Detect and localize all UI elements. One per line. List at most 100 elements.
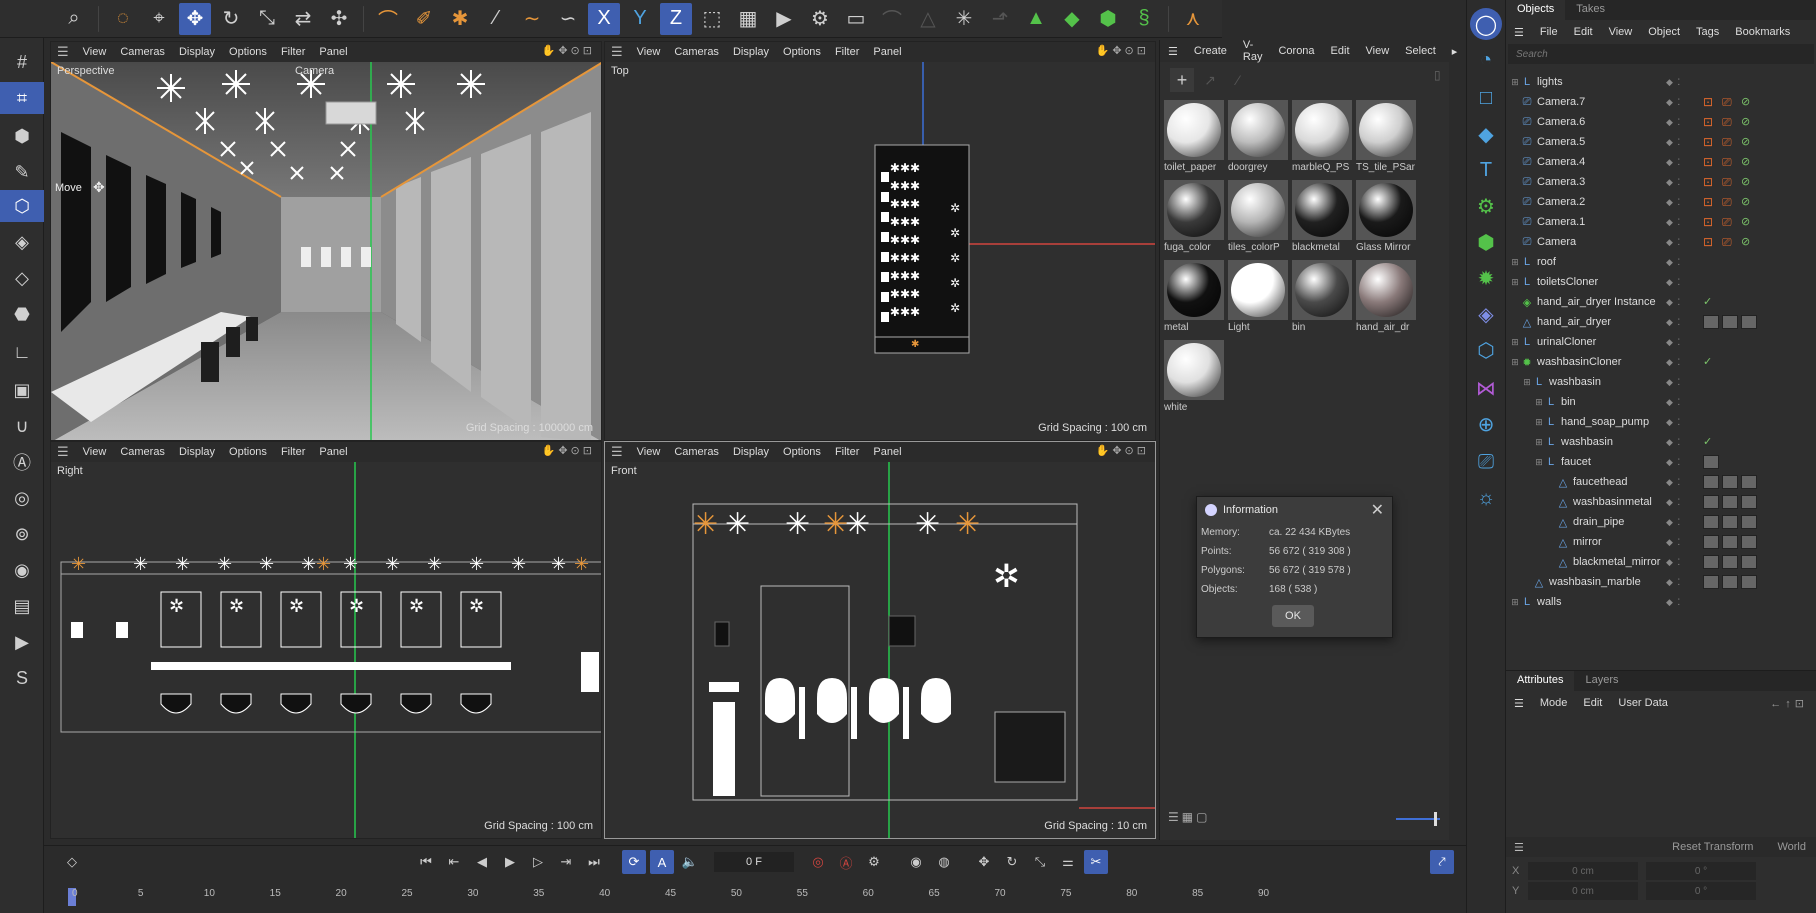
joint-icon[interactable]: ⋏: [1177, 3, 1209, 35]
visibility-dots[interactable]: ◆ ⁚: [1666, 317, 1681, 328]
prev-frame-icon[interactable]: ◀: [470, 850, 494, 874]
menu-cameras[interactable]: Cameras: [120, 446, 165, 458]
chevron-right-icon[interactable]: ▸: [1452, 45, 1458, 58]
axis-icon[interactable]: ∟: [0, 336, 44, 368]
object-name[interactable]: hand_air_dryer Instance: [1537, 296, 1656, 308]
sound-icon[interactable]: 🔈: [678, 850, 702, 874]
menu-icon[interactable]: ☰: [611, 44, 623, 60]
menu-file[interactable]: File: [1540, 26, 1558, 38]
sculpt-icon[interactable]: Ⓐ: [0, 446, 44, 478]
visibility-dots[interactable]: ◆ ⁚: [1666, 557, 1681, 568]
visibility-dots[interactable]: ◆ ⁚: [1666, 357, 1681, 368]
menu-filter[interactable]: Filter: [835, 446, 859, 458]
protection-tag-icon[interactable]: ⊘: [1741, 235, 1757, 249]
spline-brush-icon[interactable]: ✐: [408, 3, 440, 35]
visibility-dots[interactable]: ◆ ⁚: [1666, 517, 1681, 528]
visibility-dots[interactable]: ◆ ⁚: [1666, 197, 1681, 208]
point-mode-icon[interactable]: ◈: [0, 226, 44, 258]
material-swatch[interactable]: marbleQ_PS: [1292, 100, 1354, 173]
go-to-start-icon[interactable]: ⏮: [414, 850, 438, 874]
brush-icon[interactable]: ✎: [0, 156, 44, 188]
camera-tag-icon[interactable]: ⊡: [1703, 175, 1719, 189]
object-row[interactable]: ⊞ ✹ washbasinCloner ◆ ⁚ ✓: [1506, 352, 1816, 372]
object-name[interactable]: Camera.6: [1537, 116, 1585, 128]
object-row[interactable]: ⊞ Lroof ◆ ⁚: [1506, 252, 1816, 272]
texture-tag-icon[interactable]: [1741, 315, 1757, 329]
protection-tag-icon[interactable]: ⊘: [1741, 195, 1757, 209]
autokey-icon[interactable]: Ⓐ: [834, 850, 858, 874]
expand-icon[interactable]: ⊞: [1510, 597, 1520, 608]
visibility-dots[interactable]: ◆ ⁚: [1666, 417, 1681, 428]
object-row[interactable]: △ washbasinmetal ◆ ⁚: [1506, 492, 1816, 512]
render-queue-icon[interactable]: ▭: [840, 3, 872, 35]
object-row[interactable]: ⊞ Lwashbasin ◆ ⁚ ✓: [1506, 432, 1816, 452]
menu-vray[interactable]: V-Ray: [1243, 39, 1263, 63]
menu-icon[interactable]: ☰: [57, 444, 69, 460]
bend-icon[interactable]: ⋈: [1470, 372, 1502, 404]
menu-mode[interactable]: Mode: [1540, 697, 1568, 709]
edge-mode-icon[interactable]: ◇: [0, 262, 44, 294]
perspective-viewport[interactable]: ☰ View Cameras Display Options Filter Pa…: [50, 41, 602, 441]
menu-select[interactable]: Select: [1405, 45, 1436, 57]
render-camera-tag-icon[interactable]: ⎚: [1722, 95, 1738, 109]
object-row[interactable]: ⎚ Camera.6 ◆ ⁚ ⊡ ⎚ ⊘: [1506, 112, 1816, 132]
visibility-dots[interactable]: ◆ ⁚: [1666, 257, 1681, 268]
snap-grid-icon[interactable]: ⌗: [0, 82, 44, 114]
object-row[interactable]: ⎚ Camera.1 ◆ ⁚ ⊡ ⎚ ⊘: [1506, 212, 1816, 232]
menu-panel[interactable]: Panel: [319, 46, 347, 58]
object-name[interactable]: washbasinmetal: [1573, 496, 1652, 508]
snap-tool-icon[interactable]: ✣: [323, 3, 355, 35]
menu-corona[interactable]: Corona: [1278, 45, 1314, 57]
effector-icon[interactable]: ✹: [1470, 262, 1502, 294]
sketch-icon[interactable]: ✱: [444, 3, 476, 35]
menu-edit[interactable]: Edit: [1574, 26, 1593, 38]
object-name[interactable]: Camera.2: [1537, 196, 1585, 208]
uvw-tag-icon[interactable]: [1722, 515, 1738, 529]
workplane-icon[interactable]: ⬏: [984, 3, 1016, 35]
position-field[interactable]: 0 cm: [1528, 862, 1638, 880]
target-icon[interactable]: ⊚: [0, 518, 44, 550]
object-row[interactable]: ⎚ Camera.7 ◆ ⁚ ⊡ ⎚ ⊘: [1506, 92, 1816, 112]
protection-tag-icon[interactable]: ⊘: [1741, 95, 1757, 109]
arrow-icon[interactable]: ↗: [1198, 68, 1222, 92]
render-view-icon[interactable]: ▦: [732, 3, 764, 35]
render-camera-tag-icon[interactable]: ⎚: [1722, 115, 1738, 129]
expand-icon[interactable]: ⊞: [1510, 357, 1520, 368]
visibility-dots[interactable]: ◆ ⁚: [1666, 137, 1681, 148]
object-name[interactable]: faucethead: [1573, 476, 1627, 488]
visibility-dots[interactable]: ◆ ⁚: [1666, 397, 1681, 408]
play-icon[interactable]: ▶: [498, 850, 522, 874]
expand-icon[interactable]: ⊞: [1534, 397, 1544, 408]
scale-tool-icon[interactable]: ⤡: [251, 3, 283, 35]
menu-view[interactable]: View: [637, 46, 661, 58]
reset-transform-button[interactable]: Reset Transform: [1672, 841, 1753, 853]
field-icon[interactable]: ⬡: [1470, 334, 1502, 366]
visibility-dots[interactable]: ◆ ⁚: [1666, 237, 1681, 248]
protection-tag-icon[interactable]: ⊘: [1741, 135, 1757, 149]
menu-filter[interactable]: Filter: [835, 46, 859, 58]
cube-object-icon[interactable]: ◆: [1056, 3, 1088, 35]
tab-attributes[interactable]: Attributes: [1506, 671, 1575, 691]
text-icon[interactable]: T: [1470, 154, 1502, 186]
menu-panel[interactable]: Panel: [873, 46, 901, 58]
protection-tag-icon[interactable]: ⊘: [1741, 115, 1757, 129]
texture-tag-icon[interactable]: [1741, 515, 1757, 529]
menu-filter[interactable]: Filter: [281, 446, 305, 458]
uvw-tag-icon[interactable]: [1722, 495, 1738, 509]
history-nav-icons[interactable]: ←↑⊡: [1770, 697, 1808, 710]
key-param-icon[interactable]: ⚌: [1056, 850, 1080, 874]
tab-takes[interactable]: Takes: [1565, 0, 1616, 20]
menu-view[interactable]: View: [637, 446, 661, 458]
object-row[interactable]: △ hand_air_dryer ◆ ⁚: [1506, 312, 1816, 332]
visibility-dots[interactable]: ◆ ⁚: [1666, 77, 1681, 88]
deformer-icon[interactable]: ◈: [1470, 298, 1502, 330]
material-tag-icon[interactable]: [1703, 555, 1719, 569]
uvw-tag-icon[interactable]: [1722, 555, 1738, 569]
object-name[interactable]: washbasinCloner: [1537, 356, 1621, 368]
menu-panel[interactable]: Panel: [319, 446, 347, 458]
object-name[interactable]: washbasin: [1549, 376, 1601, 388]
enabled-check-icon[interactable]: ✓: [1703, 295, 1719, 309]
rotation-field[interactable]: 0 °: [1646, 882, 1756, 900]
material-tag-icon[interactable]: [1703, 575, 1719, 589]
visibility-dots[interactable]: ◆ ⁚: [1666, 337, 1681, 348]
